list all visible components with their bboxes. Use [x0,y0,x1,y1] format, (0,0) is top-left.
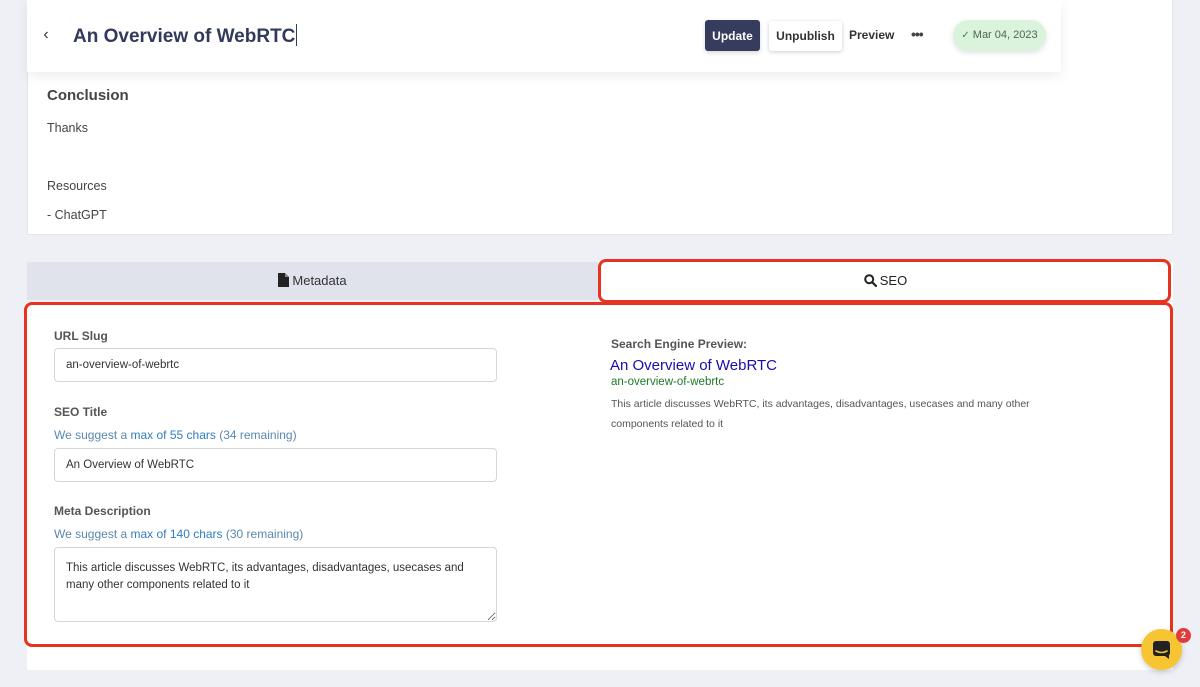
update-button[interactable]: Update [705,20,760,51]
page: Conclusion Thanks Resources - ChatGPT ‹ … [0,0,1200,687]
editor-line: - ChatGPT [47,208,107,222]
meta-description-hint: We suggest a max of 140 chars (30 remain… [54,527,304,541]
search-preview-title: An Overview of WebRTC [610,357,777,374]
meta-description-textarea[interactable]: This article discusses WebRTC, its advan… [54,547,497,622]
search-preview-label: Search Engine Preview: [611,337,748,351]
search-preview-description: This article discusses WebRTC, its advan… [611,398,1030,430]
editor-line: Resources [47,179,107,193]
editor-line: Thanks [47,121,88,135]
tab-metadata-label: Metadata [292,273,347,288]
chat-icon [1153,641,1170,659]
seo-title-input[interactable] [54,448,497,482]
meta-description-label: Meta Description [54,504,151,518]
unpublish-button[interactable]: Unpublish [769,21,842,51]
publish-date: Mar 04, 2023 [972,29,1038,41]
search-preview-url: an-overview-of-webrtc [611,376,725,388]
url-slug-label: URL Slug [54,329,108,343]
char-limit-link: max of 140 chars [130,527,223,541]
page-title[interactable]: An Overview of WebRTC [73,24,298,48]
status-badge: ✓ Mar 04, 2023 [953,20,1046,51]
url-slug-input[interactable] [54,348,497,382]
search-icon [863,264,877,302]
tab-seo[interactable]: SEO [598,262,1173,300]
preview-button[interactable]: Preview [849,28,894,42]
seo-title-label: SEO Title [54,405,108,419]
text-caret [296,24,298,46]
editor-header: ‹ An Overview of WebRTC Update Unpublish… [27,0,1061,72]
notification-badge: 2 [1176,628,1191,643]
file-icon [278,264,290,302]
seo-title-hint: We suggest a max of 55 chars (34 remaini… [54,428,297,442]
more-options-icon[interactable]: ••• [911,24,927,44]
chevron-left-icon[interactable]: ‹ [39,25,53,45]
tab-metadata[interactable]: Metadata [27,262,598,300]
char-limit-link: max of 55 chars [130,428,216,442]
check-icon: ✓ [961,30,970,41]
editor-heading: Conclusion [47,87,129,104]
tab-seo-label: SEO [879,273,908,288]
